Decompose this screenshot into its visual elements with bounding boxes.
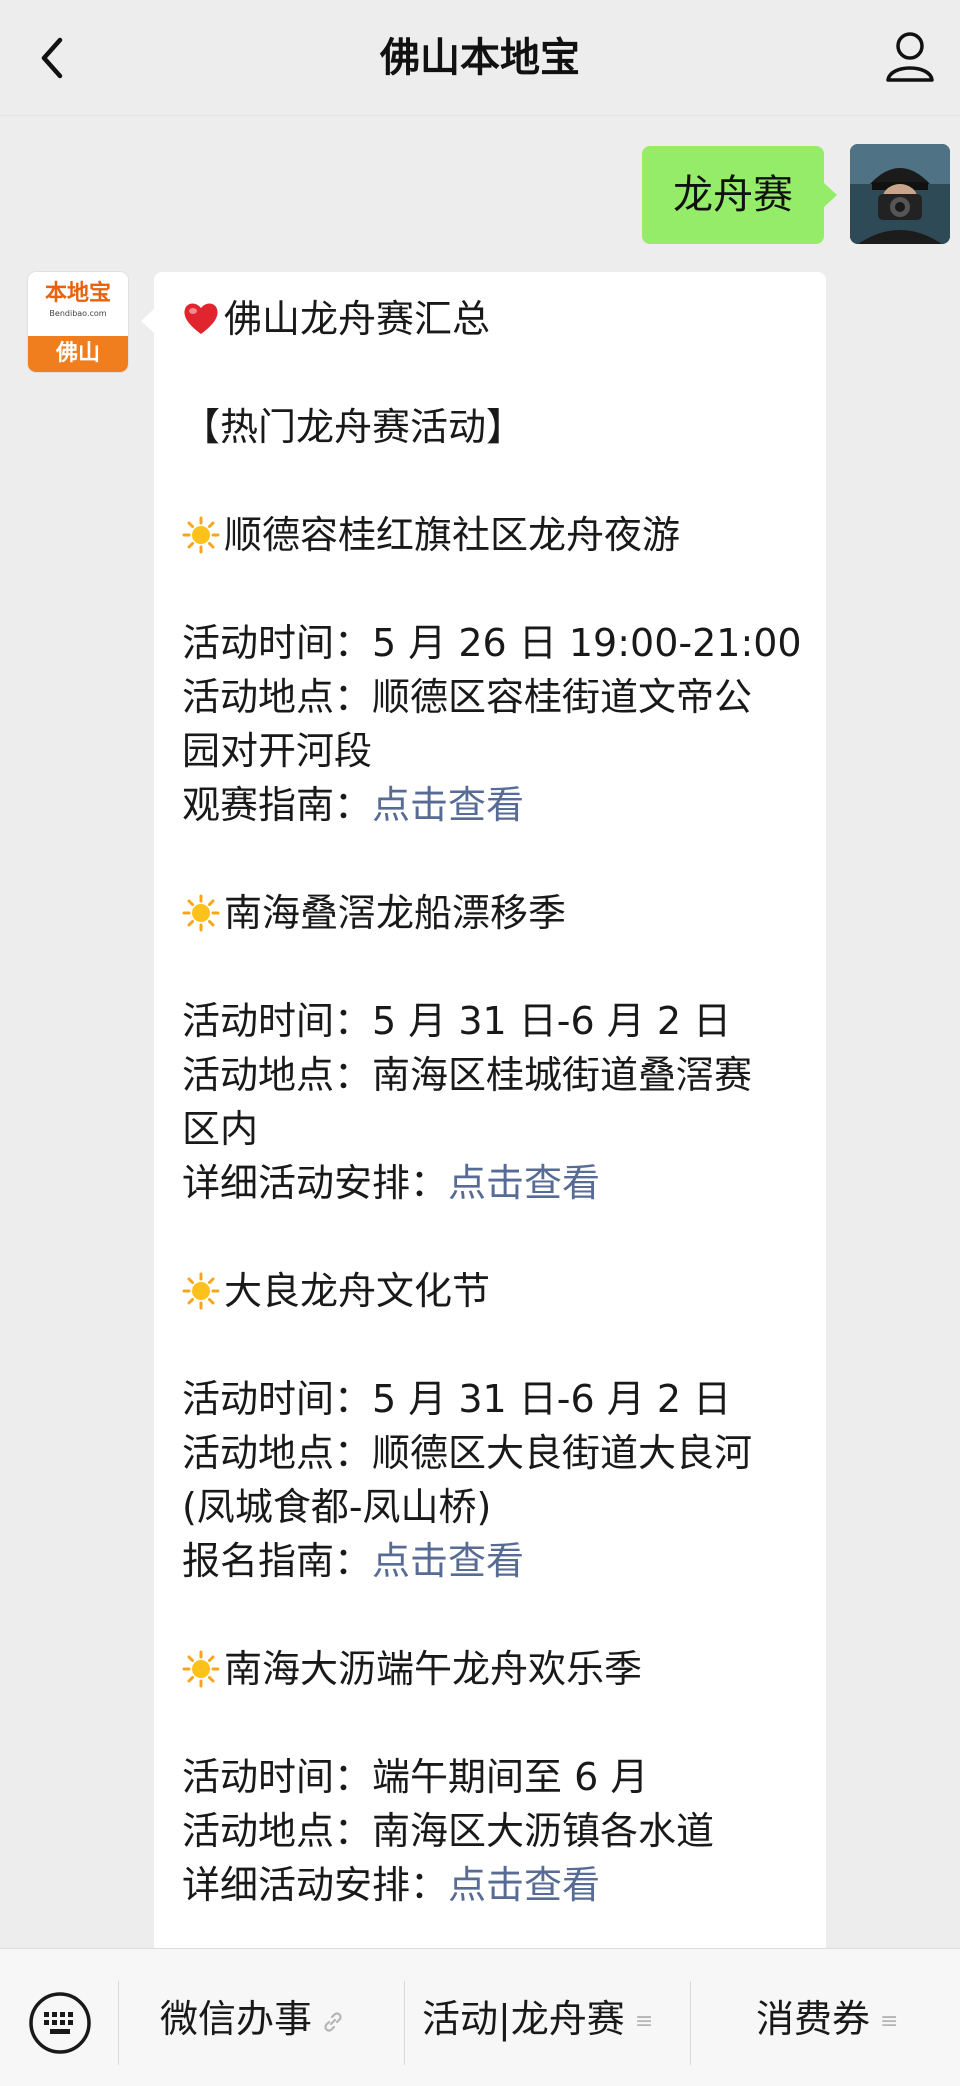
place-value: 南海区桂城街道叠滘赛 xyxy=(372,1053,753,1097)
event-guide: 详细活动安排：点击查看 xyxy=(182,1156,798,1210)
sun-icon xyxy=(182,508,224,562)
section-header: 【热门龙舟赛活动】 xyxy=(182,405,525,449)
submenu-icon: ≡ xyxy=(634,2008,654,2034)
place-label: 活动地点： xyxy=(182,1809,373,1853)
menu-item-dragon-boat[interactable]: 活动|龙舟赛 ≡ xyxy=(422,1989,653,2049)
time-value: 5 月 26 日 19:00-21:00 xyxy=(372,621,802,665)
menu-item-label: 微信办事 xyxy=(160,1997,313,2041)
time-value: 5 月 31 日-6 月 2 日 xyxy=(372,999,732,1043)
event-time: 活动时间：端午期间至 6 月 xyxy=(182,1750,798,1804)
event-name: 大良龙舟文化节 xyxy=(224,1269,491,1313)
menu-divider xyxy=(690,1981,691,2065)
sun-icon xyxy=(182,1642,224,1696)
time-label: 活动时间： xyxy=(182,1755,373,1799)
event-name-line: 大良龙舟文化节 xyxy=(182,1264,798,1318)
bot-avatar[interactable]: 本地宝 Bendibao.com 佛山 xyxy=(28,272,128,372)
message-title-line: 佛山龙舟赛汇总 xyxy=(182,292,798,346)
event-time: 活动时间：5 月 31 日-6 月 2 日 xyxy=(182,1372,798,1426)
time-label: 活动时间： xyxy=(182,1377,373,1421)
keyboard-icon xyxy=(29,1992,91,2054)
place-value: 顺德区大良街道大良河 xyxy=(372,1431,753,1475)
time-value: 端午期间至 6 月 xyxy=(372,1755,649,1799)
time-label: 活动时间： xyxy=(182,621,373,665)
event-name-line: 南海叠滘龙船漂移季 xyxy=(182,886,798,940)
event-place-cont: 园对开河段 xyxy=(182,729,373,773)
event-place: 活动地点：顺德区容桂街道文帝公 xyxy=(182,670,798,724)
view-details-link[interactable]: 点击查看 xyxy=(448,1161,600,1205)
place-label: 活动地点： xyxy=(182,1053,373,1097)
event-name: 南海叠滘龙船漂移季 xyxy=(224,891,567,935)
guide-label: 详细活动安排： xyxy=(182,1161,449,1205)
place-label: 活动地点： xyxy=(182,1431,373,1475)
logo-text: 本地宝 xyxy=(44,281,111,306)
logo-url: Bendibao.com xyxy=(49,309,107,318)
guide-label: 观赛指南： xyxy=(182,783,373,827)
event-guide: 报名指南：点击查看 xyxy=(182,1534,798,1588)
guide-label: 报名指南： xyxy=(182,1539,373,1583)
keyboard-toggle-button[interactable] xyxy=(28,1991,92,2055)
menu-item-wechat-services[interactable]: 微信办事 xyxy=(160,1989,344,2049)
sun-icon xyxy=(182,886,224,940)
bottom-menu: 微信办事 活动|龙舟赛 ≡ 消费券 ≡ xyxy=(0,1948,960,2086)
event-guide: 详细活动安排：点击查看 xyxy=(182,1858,798,1912)
event-name: 南海大沥端午龙舟欢乐季 xyxy=(224,1647,643,1691)
brand-logo: 本地宝 Bendibao.com xyxy=(28,272,128,336)
place-label: 活动地点： xyxy=(182,675,373,719)
time-label: 活动时间： xyxy=(182,999,373,1043)
event-place: 活动地点：南海区大沥镇各水道 xyxy=(182,1804,798,1858)
menu-item-label: 活动|龙舟赛 xyxy=(422,1997,625,2041)
user-avatar[interactable] xyxy=(850,144,950,244)
view-details-link[interactable]: 点击查看 xyxy=(448,1863,600,1907)
event-time: 活动时间：5 月 31 日-6 月 2 日 xyxy=(182,994,798,1048)
person-icon xyxy=(886,32,934,82)
event-place-cont: 区内 xyxy=(182,1107,259,1151)
top-bar: 佛山本地宝 xyxy=(0,0,960,116)
menu-item-coupons[interactable]: 消费券 ≡ xyxy=(756,1989,898,2049)
view-details-link[interactable]: 点击查看 xyxy=(372,783,524,827)
event-name-line: 顺德容桂红旗社区龙舟夜游 xyxy=(182,508,798,562)
event-name: 顺德容桂红旗社区龙舟夜游 xyxy=(224,513,681,557)
incoming-message[interactable]: 佛山龙舟赛汇总 【热门龙舟赛活动】 顺德容桂红旗社区龙舟夜游 活动时间：5 月 xyxy=(141,272,826,1972)
place-value: 顺德区容桂街道文帝公 xyxy=(372,675,753,719)
message-title: 佛山龙舟赛汇总 xyxy=(224,297,491,341)
event-place: 活动地点：南海区桂城街道叠滘赛 xyxy=(182,1048,798,1102)
event-guide: 观赛指南：点击查看 xyxy=(182,778,798,832)
user-photo xyxy=(850,144,950,244)
link-icon xyxy=(322,2009,344,2034)
profile-button[interactable] xyxy=(882,28,938,84)
menu-divider xyxy=(404,1981,405,2065)
event-time: 活动时间：5 月 26 日 19:00-21:00 xyxy=(182,616,802,670)
menu-item-label: 消费券 xyxy=(756,1997,871,2041)
place-value: 南海区大沥镇各水道 xyxy=(372,1809,715,1853)
guide-label: 详细活动安排： xyxy=(182,1863,449,1907)
view-details-link[interactable]: 点击查看 xyxy=(372,1539,524,1583)
submenu-icon: ≡ xyxy=(880,2008,899,2034)
page-title: 佛山本地宝 xyxy=(380,35,580,81)
menu-divider xyxy=(118,1981,119,2065)
outgoing-message[interactable]: 龙舟赛 xyxy=(642,146,837,244)
time-value: 5 月 31 日-6 月 2 日 xyxy=(372,1377,732,1421)
event-place: 活动地点：顺德区大良街道大良河 xyxy=(182,1426,798,1480)
sun-icon xyxy=(182,1264,224,1318)
event-name-line: 南海大沥端午龙舟欢乐季 xyxy=(182,1642,798,1696)
event-place-cont: (凤城食都-凤山桥) xyxy=(182,1485,492,1529)
heart-icon xyxy=(182,292,224,346)
chat-area[interactable]: 龙舟赛 本地宝 Bendibao.com 佛山 佛山龙舟赛汇总 【热门龙舟赛活动… xyxy=(0,116,960,1972)
logo-city: 佛山 xyxy=(28,336,128,372)
